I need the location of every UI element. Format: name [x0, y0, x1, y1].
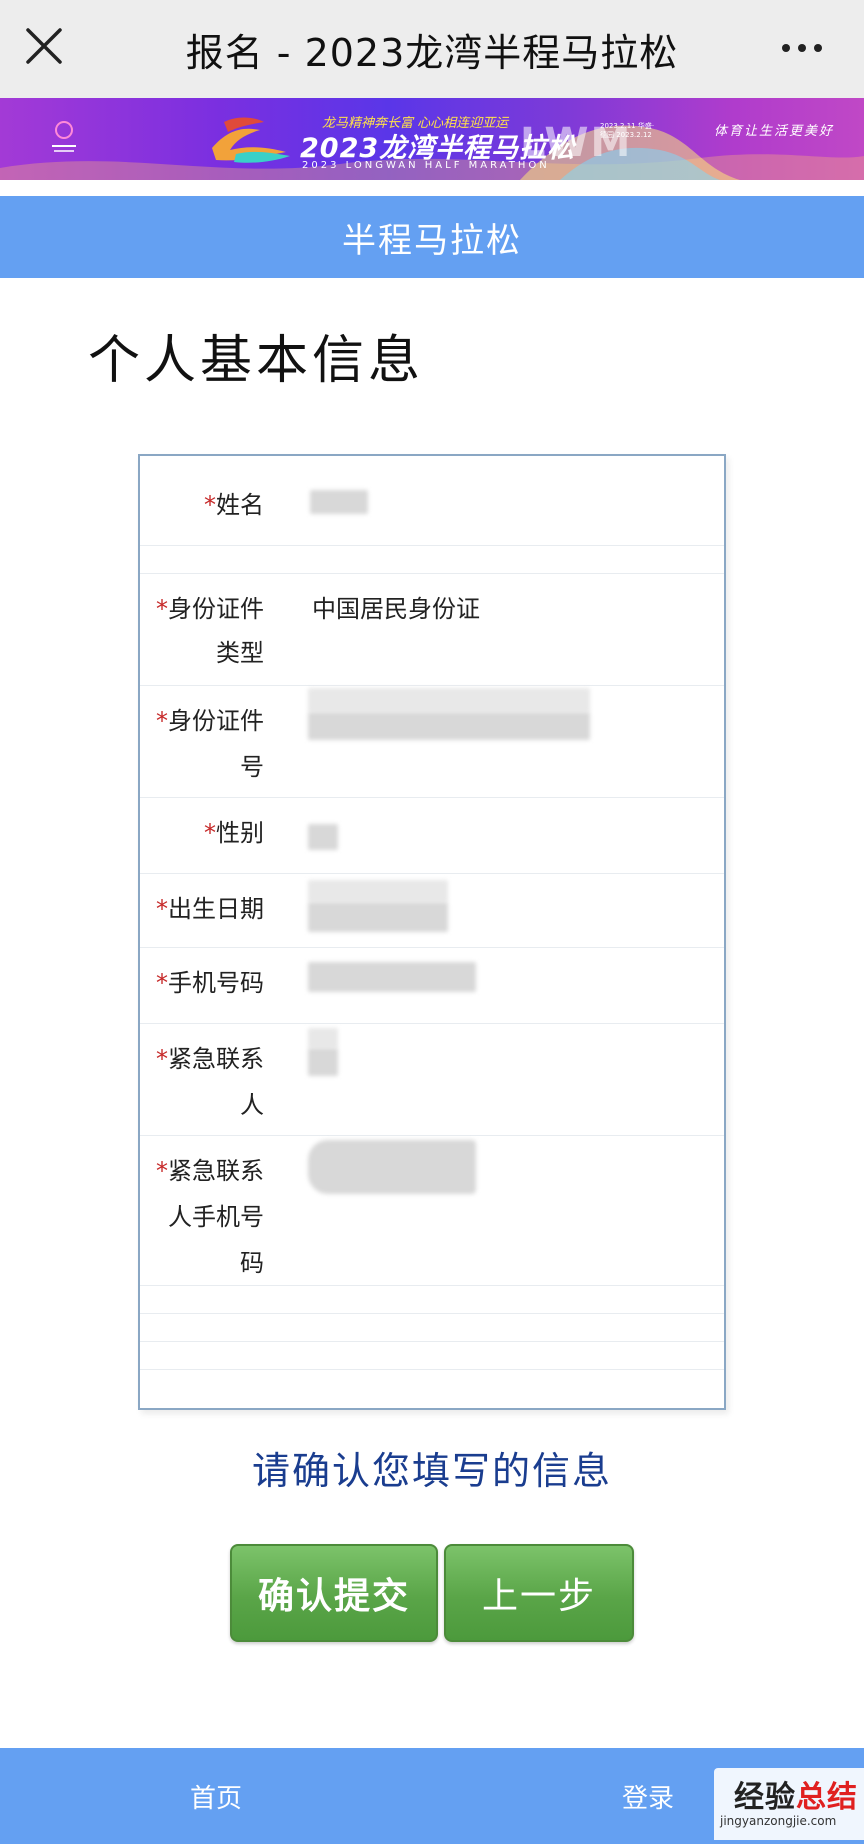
required-mark: *	[204, 491, 216, 519]
info-label: *手机号码	[156, 969, 264, 997]
event-banner: 龙马精神奔长富 心心相连迎亚运 2023龙湾半程马拉松 2023 LONGWAN…	[0, 98, 864, 180]
info-label-cont: 类型	[216, 639, 264, 667]
info-label-cont: 人手机号	[168, 1203, 264, 1231]
masked-value	[308, 962, 476, 992]
info-label: *性别	[204, 819, 264, 847]
masked-value	[308, 712, 590, 740]
confirm-info-text: 请确认您填写的信息	[251, 1449, 612, 1493]
event-emblem-icon	[52, 121, 76, 152]
previous-step-label: 上一步	[481, 1576, 596, 1617]
masked-value	[308, 688, 590, 712]
row-spacer	[140, 1286, 724, 1314]
required-mark: *	[156, 1157, 168, 1185]
info-row-gender: *性别	[140, 798, 724, 874]
marathon-logo-icon	[212, 117, 290, 163]
top-navbar: 报名 - 2023龙湾半程马拉松	[0, 0, 864, 98]
masked-value	[308, 902, 448, 932]
info-row-name: *姓名	[140, 456, 724, 546]
info-row-emergency-phone: *紧急联系 人手机号 码	[140, 1136, 724, 1286]
masked-value	[308, 824, 338, 850]
info-label: *身份证件	[156, 707, 264, 735]
info-row-id-number: *身份证件 号	[140, 686, 724, 798]
required-mark: *	[156, 595, 168, 623]
info-label-cont: 人	[240, 1091, 264, 1119]
bottom-nav-bar: 首页 登录 经验总结 jingyanzongjie.com	[0, 1748, 864, 1844]
info-value: 中国居民身份证	[312, 595, 480, 623]
row-spacer	[140, 1342, 724, 1370]
personal-info-card: *姓名 *身份证件 类型 中国居民身份证 *身份证件 号 *性别 *出生日期 *…	[138, 454, 726, 1410]
required-mark: *	[156, 969, 168, 997]
watermark-url: jingyanzongjie.com	[720, 1814, 837, 1828]
info-row-birthdate: *出生日期	[140, 874, 724, 948]
info-row-phone: *手机号码	[140, 948, 724, 1024]
info-label: *姓名	[204, 491, 264, 519]
masked-value	[310, 490, 368, 514]
info-label-cont: 号	[240, 753, 264, 781]
nav-home-link[interactable]: 首页	[190, 1778, 242, 1815]
section-header: 半程马拉松	[0, 196, 864, 278]
info-label: *紧急联系	[156, 1157, 264, 1185]
banner-date: 2023.2.11 华盛·德园 2023.2.12	[600, 122, 655, 139]
confirm-submit-label: 确认提交	[257, 1576, 410, 1617]
row-spacer	[140, 546, 724, 574]
masked-value	[308, 1140, 476, 1194]
masked-value	[308, 1048, 338, 1076]
page-title: 报名 - 2023龙湾半程马拉松	[185, 30, 679, 75]
watermark-logo: 经验总结	[734, 1780, 858, 1815]
watermark: 经验总结 jingyanzongjie.com	[714, 1768, 864, 1840]
info-label: *身份证件	[156, 595, 264, 623]
info-label: *出生日期	[156, 895, 264, 923]
nav-login-link[interactable]: 登录	[622, 1778, 674, 1815]
info-row-emergency-contact: *紧急联系 人	[140, 1024, 724, 1136]
required-mark: *	[156, 895, 168, 923]
info-label-cont: 码	[240, 1249, 264, 1277]
required-mark: *	[156, 1045, 168, 1073]
page-heading: 个人基本信息	[88, 331, 425, 391]
more-dots-icon[interactable]	[780, 30, 824, 66]
banner-right-slogan: 体育让生活更美好	[713, 124, 834, 139]
required-mark: *	[204, 819, 216, 847]
confirm-submit-button[interactable]: 确认提交	[230, 1544, 438, 1642]
previous-step-button[interactable]: 上一步	[444, 1544, 634, 1642]
masked-value	[308, 880, 448, 902]
row-spacer	[140, 1314, 724, 1342]
banner-sub-title: 2023 LONGWAN HALF MARATHON	[302, 160, 550, 171]
close-icon[interactable]	[22, 24, 66, 68]
section-header-label: 半程马拉松	[342, 220, 522, 261]
masked-value	[308, 1028, 338, 1048]
info-row-id-type: *身份证件 类型 中国居民身份证	[140, 574, 724, 686]
info-label: *紧急联系	[156, 1045, 264, 1073]
required-mark: *	[156, 707, 168, 735]
